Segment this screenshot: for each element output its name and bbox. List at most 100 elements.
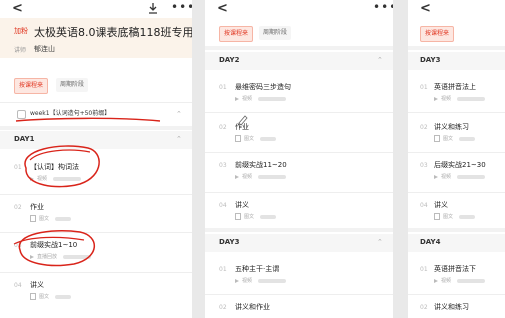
course-panel-2: < ••• 按课程来 周期阶段 DAY2 ⌃ 01 悬维密码三步造句 视频 02…: [205, 0, 393, 318]
lesson-item[interactable]: 04 讲义 图文: [205, 198, 393, 230]
teacher-name: 郁连山: [34, 45, 55, 53]
day-header-day3[interactable]: DAY3 ⌃: [205, 234, 393, 252]
play-icon: [434, 278, 438, 283]
tab-bar: 按课程来: [408, 26, 505, 42]
lesson-item[interactable]: 01 英语拼音法上 视频: [408, 80, 505, 112]
lesson-item[interactable]: 02 作业 图文: [0, 200, 192, 232]
lesson-title: 英语拼音法上: [434, 83, 476, 91]
chevron-up-icon: ⌃: [377, 238, 383, 246]
day-header-day2[interactable]: DAY2 ⌃: [205, 52, 393, 70]
divider: [408, 294, 505, 295]
more-icon[interactable]: •••: [373, 0, 393, 14]
lesson-index: 03: [14, 242, 22, 249]
lesson-index: 03: [420, 162, 428, 169]
divider: [0, 232, 192, 233]
lesson-index: 01: [219, 266, 227, 273]
lesson-meta: 图文: [434, 135, 476, 142]
lesson-item[interactable]: 02 讲义和练习 图文: [408, 120, 505, 152]
divider: [205, 112, 393, 113]
lesson-index: 01: [14, 164, 22, 171]
document-icon: [434, 213, 440, 220]
lesson-item[interactable]: 01 英语拼音法下 视频: [408, 262, 505, 294]
divider: [205, 192, 393, 193]
lesson-title: 五种主干·主谓: [235, 265, 280, 273]
lesson-meta: 图文: [235, 213, 277, 220]
back-icon[interactable]: <: [217, 1, 228, 16]
lesson-item[interactable]: 02 作业 图文: [205, 120, 393, 152]
document-icon: [30, 293, 36, 300]
lesson-meta: 视频: [30, 175, 82, 182]
course-header: 加粉 太极英语8.0课表底稿118班专用 讲师 郁连山: [0, 18, 192, 58]
day-label: DAY2: [219, 56, 240, 64]
lesson-index: 04: [420, 202, 428, 209]
day-label: DAY4: [420, 238, 441, 246]
lesson-index: 03: [219, 162, 227, 169]
play-icon: [235, 174, 239, 179]
lesson-item[interactable]: 02 讲义和作业: [205, 300, 393, 318]
play-icon: [235, 278, 239, 283]
lesson-index: 01: [420, 84, 428, 91]
lesson-meta: 直播回放: [30, 253, 92, 260]
document-icon: [434, 135, 440, 142]
lesson-index: 02: [14, 204, 22, 211]
lesson-meta: 视频: [235, 95, 287, 102]
lesson-item[interactable]: 04 讲义 图文: [408, 198, 505, 230]
lesson-title: 讲义和练习: [434, 303, 469, 311]
lesson-title: 前缀实战1~10: [30, 241, 78, 249]
tab-bar: 按课程来 周期阶段: [205, 26, 393, 42]
lesson-index: 04: [219, 202, 227, 209]
divider: [408, 152, 505, 153]
lesson-item[interactable]: 03 前缀实战11~20 视频: [205, 158, 393, 190]
course-panel-3: < 按课程来 DAY3 01 英语拼音法上 视频 02 讲义和练习 图文 03 …: [408, 0, 505, 318]
week-checkbox[interactable]: [17, 110, 26, 119]
lesson-item[interactable]: 01 五种主干·主谓 视频: [205, 262, 393, 294]
tab-by-period[interactable]: 周期阶段: [259, 26, 292, 40]
more-icon[interactable]: •••: [171, 0, 192, 14]
day-header-day4[interactable]: DAY4: [408, 234, 505, 252]
chevron-up-icon: ⌃: [176, 135, 182, 143]
download-icon[interactable]: [147, 2, 159, 14]
teacher-label: 讲师: [14, 47, 27, 54]
section-gap: [205, 46, 393, 50]
lesson-item[interactable]: 03 前缀实战1~10 直播回放: [0, 238, 192, 270]
divider: [0, 194, 192, 195]
lesson-index: 02: [219, 124, 227, 131]
document-icon: [235, 135, 241, 142]
lesson-item[interactable]: 03 后缀实战21~30 视频: [408, 158, 505, 190]
lesson-item[interactable]: 02 讲义和练习: [408, 300, 505, 318]
top-bar: < •••: [0, 0, 192, 18]
lesson-meta: 视频: [235, 277, 287, 284]
play-icon: [434, 174, 438, 179]
divider: [408, 112, 505, 113]
day-header-day3[interactable]: DAY3: [408, 52, 505, 70]
play-icon: [30, 254, 34, 259]
lesson-meta: 图文: [434, 213, 476, 220]
tab-by-course[interactable]: 按课程来: [14, 78, 49, 94]
lesson-meta: 视频: [434, 95, 486, 102]
lesson-title: 讲义和作业: [235, 303, 270, 311]
day-label: DAY3: [219, 238, 240, 246]
document-icon: [30, 215, 36, 222]
tab-by-course[interactable]: 按课程来: [219, 26, 254, 42]
lesson-index: 01: [219, 84, 227, 91]
lesson-item[interactable]: 04 讲义 图文: [0, 278, 192, 310]
section-gap: [408, 228, 505, 232]
day-header-day1[interactable]: DAY1 ⌃: [0, 131, 192, 149]
play-icon: [235, 96, 239, 101]
lesson-item[interactable]: 01 悬维密码三步造句 视频: [205, 80, 393, 112]
tab-by-course[interactable]: 按课程来: [420, 26, 455, 42]
lesson-item[interactable]: 01 【认词】构词法 视频: [0, 160, 192, 192]
section-gap: [205, 228, 393, 232]
lesson-title: 讲义: [434, 201, 448, 209]
section-gap: [0, 126, 192, 130]
lesson-meta: 视频: [434, 277, 486, 284]
lesson-meta: 图文: [30, 215, 72, 222]
week-selector[interactable]: week1【认词造句+50前缀】 ⌃: [0, 106, 192, 122]
divider: [205, 152, 393, 153]
back-icon[interactable]: <: [12, 1, 23, 16]
lesson-title: 作业: [30, 203, 44, 211]
back-icon[interactable]: <: [420, 1, 431, 16]
chevron-up-icon: ⌃: [377, 56, 383, 64]
top-bar: <: [408, 0, 505, 18]
tab-by-period[interactable]: 周期阶段: [56, 78, 89, 92]
